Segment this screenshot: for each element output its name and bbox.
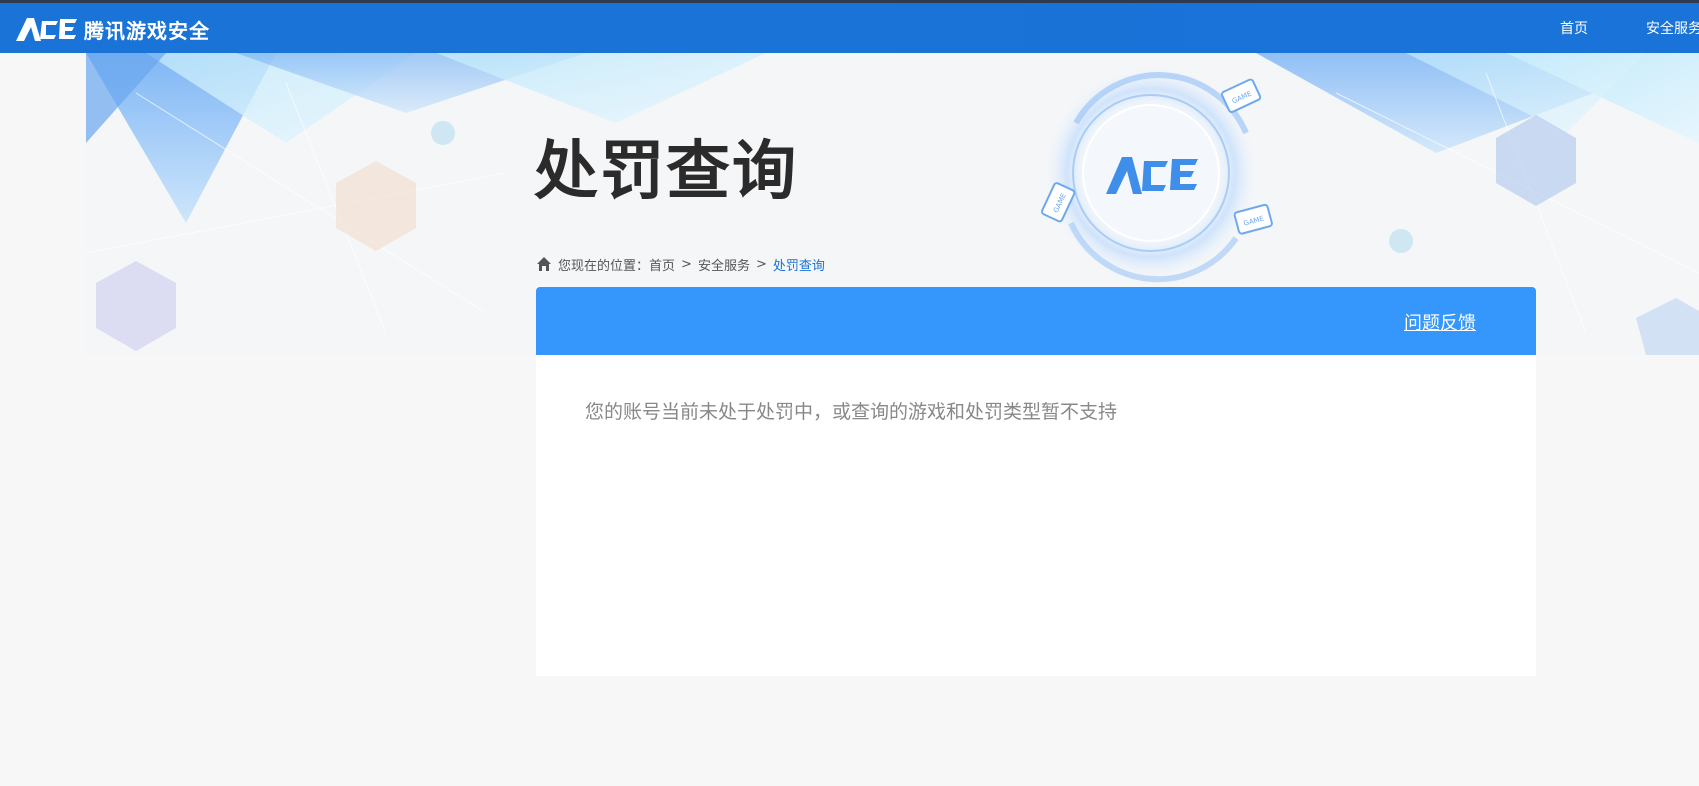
logo-text: 腾讯游戏安全 [84,18,210,43]
breadcrumb-security-service-link[interactable]: 安全服务 [698,255,750,274]
feedback-link[interactable]: 问题反馈 [1404,309,1476,335]
page-title: 处罚查询 [534,135,798,209]
main-nav: 首页 安全服务 [1560,3,1699,53]
query-result-panel: 问题反馈 您的账号当前未处于处罚中，或查询的游戏和处罚类型暂不支持 [536,287,1536,676]
breadcrumb-separator: > [681,256,692,272]
home-icon [537,257,551,271]
breadcrumb-separator: > [755,256,767,272]
top-navbar: 腾讯游戏安全 首页 安全服务 [0,3,1699,53]
site-logo[interactable]: 腾讯游戏安全 [14,15,210,43]
nav-home-link[interactable]: 首页 [1560,18,1588,38]
ace-logo-icon [16,18,77,41]
breadcrumb-current: 处罚查询 [772,258,825,274]
nav-security-service-link[interactable]: 安全服务 [1646,18,1699,38]
breadcrumb-home-link[interactable]: 首页 [649,255,675,274]
result-message: 您的账号当前未处于处罚中，或查询的游戏和处罚类型暂不支持 [585,401,1118,423]
panel-header: 问题反馈 [536,287,1536,355]
breadcrumb-prefix: 您现在的位置： [558,258,650,274]
breadcrumb: 您现在的位置： 首页 > 安全服务 > 处罚查询 [536,254,825,274]
